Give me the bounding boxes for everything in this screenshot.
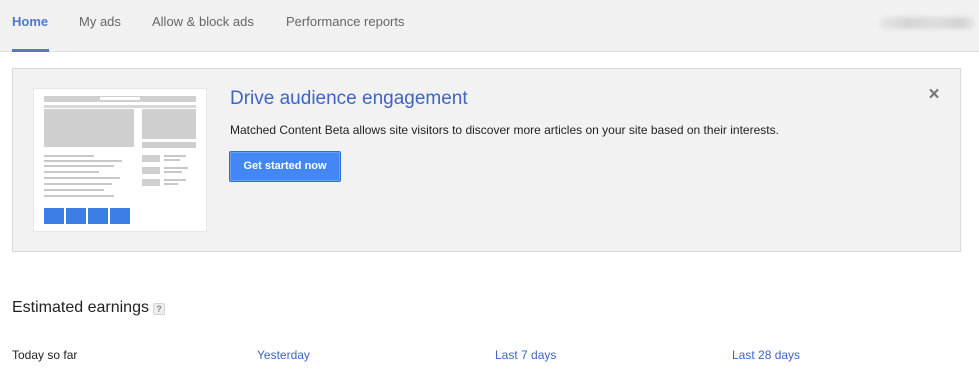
tab-allow-block-ads[interactable]: Allow & block ads	[152, 14, 254, 52]
period-yesterday-link[interactable]: Yesterday	[257, 348, 310, 362]
tab-performance-reports[interactable]: Performance reports	[286, 14, 405, 52]
promo-description: Matched Content Beta allows site visitor…	[230, 123, 779, 137]
estimated-earnings-heading: Estimated earnings	[12, 299, 149, 316]
period-last-28-days-link[interactable]: Last 28 days	[732, 348, 800, 362]
get-started-button[interactable]: Get started now	[229, 151, 341, 182]
close-icon[interactable]: ×	[926, 85, 942, 104]
promo-title: Drive audience engagement	[230, 88, 468, 109]
matched-content-illustration	[33, 88, 207, 232]
period-last-7-days-link[interactable]: Last 7 days	[495, 348, 556, 362]
tab-my-ads[interactable]: My ads	[79, 14, 121, 52]
tab-home[interactable]: Home	[12, 14, 49, 52]
account-name-blurred[interactable]	[879, 17, 975, 29]
top-nav-bar: Home My ads Allow & block ads Performanc…	[0, 0, 979, 52]
help-icon[interactable]: ?	[153, 303, 165, 315]
promo-banner: Drive audience engagement Matched Conten…	[12, 68, 961, 252]
period-today-so-far: Today so far	[12, 348, 78, 362]
